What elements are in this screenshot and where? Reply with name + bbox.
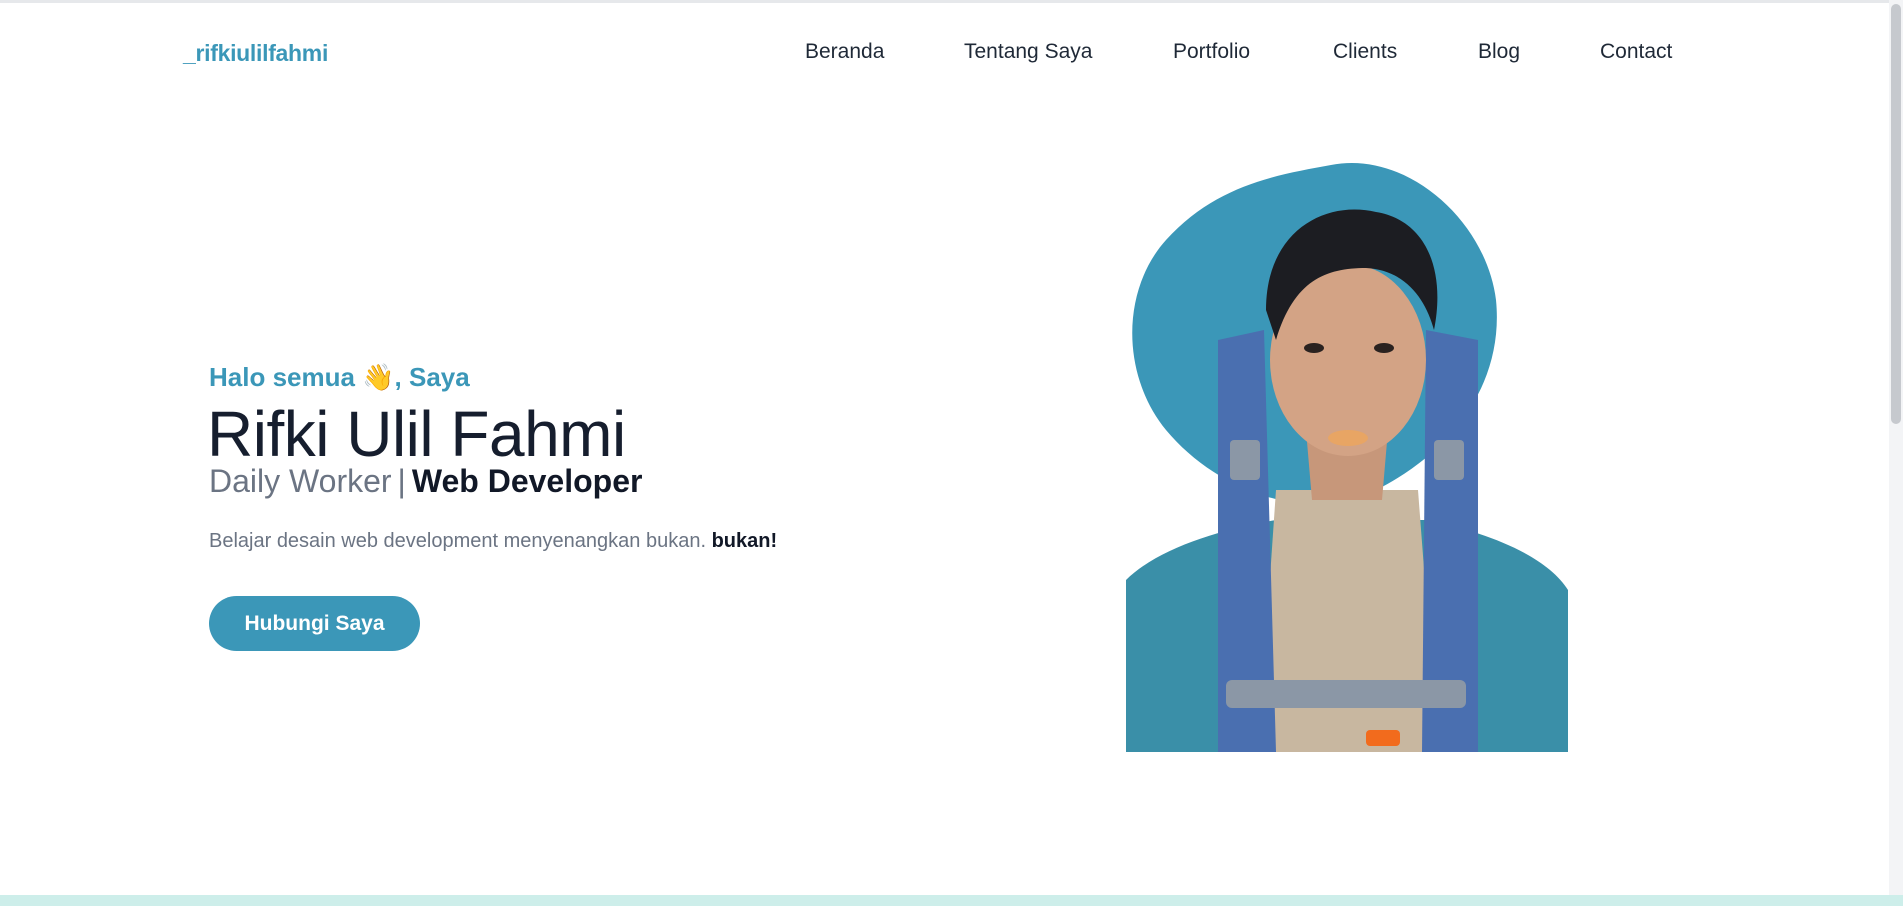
- nav-item-tentang-saya[interactable]: Tentang Saya: [964, 40, 1092, 64]
- nav-item-contact[interactable]: Contact: [1600, 40, 1672, 64]
- contact-me-button[interactable]: Hubungi Saya: [209, 596, 420, 651]
- nav-item-blog[interactable]: Blog: [1478, 40, 1520, 64]
- nav-item-portfolio[interactable]: Portfolio: [1173, 40, 1250, 64]
- hero-name: Rifki Ulil Fahmi: [207, 398, 626, 470]
- role-secondary: Web Developer: [411, 463, 643, 499]
- role-primary: Daily Worker: [209, 463, 392, 499]
- page-scrollbar[interactable]: [1889, 0, 1903, 906]
- nav-item-clients[interactable]: Clients: [1333, 40, 1397, 64]
- nav-item-beranda[interactable]: Beranda: [805, 40, 884, 64]
- hero-description: Belajar desain web development menyenang…: [209, 530, 777, 553]
- navbar: _rifkiulilfahmi Beranda Tentang Saya Por…: [0, 3, 1903, 103]
- role-separator: |: [397, 463, 406, 499]
- hero-greeting: Halo semua 👋, Saya: [209, 362, 470, 392]
- description-emphasis: bukan!: [711, 530, 778, 552]
- scrollbar-thumb[interactable]: [1891, 4, 1901, 424]
- next-section-edge: [0, 895, 1903, 906]
- main-nav: Beranda Tentang Saya Portfolio Clients B…: [0, 40, 1903, 70]
- description-text: Belajar desain web development menyenang…: [209, 530, 707, 552]
- profile-photo: [1126, 162, 1568, 752]
- hero-role: Daily Worker | Web Developer: [209, 463, 642, 500]
